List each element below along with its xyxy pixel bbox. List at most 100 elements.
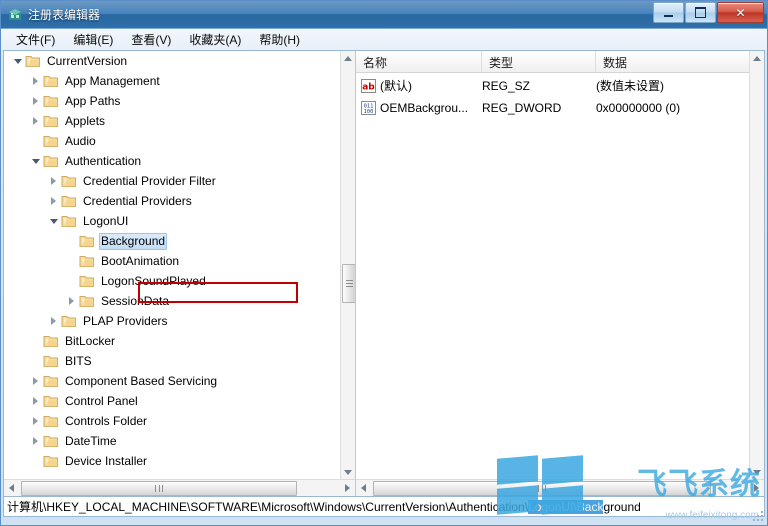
values-column-header: 名称 类型 数据 (356, 51, 764, 73)
folder-icon (43, 374, 59, 388)
values-vertical-scrollbar[interactable] (749, 51, 764, 480)
close-button[interactable]: ✕ (717, 2, 764, 23)
tree-item-component-based-servicing[interactable]: Component Based Servicing (4, 371, 341, 391)
column-header-type[interactable]: 类型 (482, 51, 596, 72)
expand-arrow-icon[interactable] (30, 436, 41, 447)
expand-arrow-icon[interactable] (30, 76, 41, 87)
tree-item-app-paths[interactable]: App Paths (4, 91, 341, 111)
menu-help[interactable]: 帮助(H) (250, 29, 309, 50)
dword-value-icon: 011 100 (361, 100, 376, 115)
menu-file[interactable]: 文件(F) (7, 29, 64, 50)
resize-grip[interactable] (751, 509, 763, 521)
collapse-arrow-icon[interactable] (30, 156, 41, 167)
value-name-cell: ab (默认) (356, 77, 482, 94)
menu-view[interactable]: 查看(V) (122, 29, 180, 50)
values-scroll-up-button[interactable] (750, 51, 764, 66)
tree-item-controls-folder[interactable]: Controls Folder (4, 411, 341, 431)
expand-arrow-icon[interactable] (30, 396, 41, 407)
tree-scroll-down-button[interactable] (341, 465, 355, 480)
expand-arrow-icon[interactable] (30, 376, 41, 387)
tree-item-app-management[interactable]: App Management (4, 71, 341, 91)
minimize-button[interactable] (653, 2, 684, 23)
tree-vertical-scroll-thumb[interactable] (342, 264, 355, 303)
tree-scroll-right-button[interactable] (340, 480, 355, 496)
window-title: 注册表编辑器 (28, 8, 101, 22)
tree-item-logonui[interactable]: LogonUI (4, 211, 341, 231)
menu-edit[interactable]: 编辑(E) (64, 29, 122, 50)
values-horizontal-scrollbar[interactable] (356, 479, 764, 496)
expand-arrow-icon[interactable] (30, 416, 41, 427)
folder-icon (79, 254, 95, 268)
tree-item-label: Credential Providers (83, 193, 192, 208)
table-row[interactable]: ab (默认) REG_SZ (数值未设置) (356, 76, 764, 95)
tree-item-audio[interactable]: Audio (4, 131, 341, 151)
tree-item-label: Controls Folder (65, 413, 148, 428)
folder-icon (25, 54, 41, 68)
tree-item-logonsoundplayed[interactable]: LogonSoundPlayed (4, 271, 341, 291)
expand-arrow-icon[interactable] (48, 176, 59, 187)
tree-horizontal-scrollbar[interactable] (4, 479, 355, 496)
value-type-cell: REG_SZ (482, 78, 531, 93)
column-header-name[interactable]: 名称 (356, 51, 482, 72)
menu-bar: 文件(F) 编辑(E) 查看(V) 收藏夹(A) 帮助(H) (1, 29, 767, 50)
folder-icon (61, 174, 77, 188)
values-scroll-right-button[interactable] (749, 480, 764, 496)
tree-item-label: PLAP Providers (83, 313, 168, 328)
folder-icon (79, 274, 95, 288)
expand-arrow-icon[interactable] (30, 116, 41, 127)
registry-key-tree[interactable]: CurrentVersion App Management App Paths App… (4, 51, 341, 480)
folder-icon (61, 194, 77, 208)
folder-icon (43, 334, 59, 348)
tree-item-currentversion[interactable]: CurrentVersion (4, 51, 341, 71)
window-controls: ✕ (652, 2, 764, 23)
string-value-icon: ab (361, 78, 376, 93)
folder-icon (61, 314, 77, 328)
value-name-text: (默认) (380, 79, 412, 93)
values-scroll-down-button[interactable] (750, 465, 764, 480)
tree-item-label: BITS (65, 353, 92, 368)
tree-item-background[interactable]: Background (4, 231, 341, 251)
collapse-arrow-icon[interactable] (12, 56, 23, 67)
tree-item-credential-provider-filter[interactable]: Credential Provider Filter (4, 171, 341, 191)
status-path-after: ground (603, 500, 641, 514)
column-header-data[interactable]: 数据 (596, 51, 764, 72)
tree-item-credential-providers[interactable]: Credential Providers (4, 191, 341, 211)
value-data-cell: 0x00000000 (0) (596, 100, 681, 115)
maximize-button[interactable] (685, 2, 716, 23)
folder-icon (43, 154, 59, 168)
expand-arrow-icon[interactable] (66, 296, 77, 307)
tree-item-bitlocker[interactable]: BitLocker (4, 331, 341, 351)
table-row[interactable]: 011 100 OEMBackgrou... REG_DWORD 0x00000… (356, 98, 764, 117)
tree-horizontal-scroll-thumb[interactable] (21, 481, 297, 496)
tree-vertical-scrollbar[interactable] (340, 51, 355, 480)
menu-favorites[interactable]: 收藏夹(A) (180, 29, 250, 50)
folder-icon (43, 434, 59, 448)
tree-item-label: Background (99, 232, 168, 250)
values-scroll-left-button[interactable] (356, 480, 371, 496)
close-icon: ✕ (735, 5, 746, 20)
tree-scroll-left-button[interactable] (4, 480, 19, 496)
tree-item-sessiondata[interactable]: SessionData (4, 291, 341, 311)
tree-item-applets[interactable]: Applets (4, 111, 341, 131)
expand-arrow-icon[interactable] (48, 316, 59, 327)
tree-item-control-panel[interactable]: Control Panel (4, 391, 341, 411)
tree-item-authentication[interactable]: Authentication (4, 151, 341, 171)
value-name-text: OEMBackgrou... (380, 100, 469, 115)
values-horizontal-scroll-thumb[interactable] (373, 481, 711, 496)
tree-item-datetime[interactable]: DateTime (4, 431, 341, 451)
folder-icon (79, 294, 95, 308)
tree-item-plap-providers[interactable]: PLAP Providers (4, 311, 341, 331)
expand-arrow-icon[interactable] (30, 96, 41, 107)
tree-item-bootanimation[interactable]: BootAnimation (4, 251, 341, 271)
values-pane: 名称 类型 数据 ab (默认) REG_SZ (数值未设置) 011 100 … (356, 51, 764, 496)
folder-icon (43, 454, 59, 468)
tree-item-bits[interactable]: BITS (4, 351, 341, 371)
collapse-arrow-icon[interactable] (48, 216, 59, 227)
tree-item-device-installer[interactable]: Device Installer (4, 451, 341, 471)
tree-scroll-up-button[interactable] (341, 51, 355, 66)
tree-item-label: LogonSoundPlayed (101, 273, 206, 288)
expand-arrow-icon[interactable] (48, 196, 59, 207)
folder-icon (43, 394, 59, 408)
